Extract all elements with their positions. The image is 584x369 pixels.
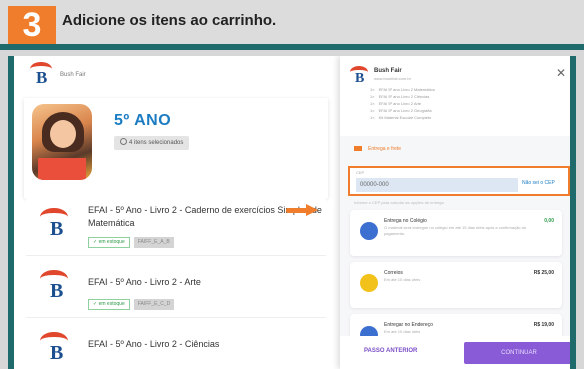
book-list-panel: B Bush Fair 5º ANO 4 itens selecionados … [14, 56, 336, 369]
student-photo [32, 104, 92, 180]
info-icon [120, 138, 127, 145]
stock-badge: ✓ em estoque [88, 299, 130, 311]
book-item[interactable]: B EFAI - 5º Ano - Livro 2 - Caderno de e… [26, 198, 326, 256]
cart-summary-list: 1× EFAI 5º ano Livro 2 Matemática 1× EFAI … [370, 86, 435, 121]
list-item: 1× EFAI 5º ano Livro 2 Arte [370, 101, 422, 106]
store-name: Bush Fair [374, 68, 402, 74]
cart-header: B Bush Fair www.bushfair.com.br ✕ 1× EFAI… [340, 56, 570, 136]
book-tags: ✓ em estoque FAIFF_E_C_D [88, 296, 175, 314]
cart-footer: PASSO ANTERIOR CONTINUAR [340, 336, 570, 369]
store-logo-icon: B [350, 66, 372, 88]
cep-input[interactable] [356, 178, 518, 192]
shipping-option-correios[interactable]: Correios Em até 10 dias úteis R$ 25,00 [350, 262, 562, 308]
cep-field-highlight: CEP Não sei o CEP [348, 166, 570, 196]
grade-title: 5º ANO [114, 112, 172, 129]
book-logo-icon: B [40, 332, 70, 364]
shipping-section: Entrega e frete CEP Não sei o CEP Inform… [340, 136, 570, 369]
book-title: EFAI - 5º Ano - Livro 2 - Ciências [88, 339, 220, 349]
book-title: EFAI - 5º Ano - Livro 2 - Arte [88, 277, 201, 287]
step-title: Adicione os itens ao carrinho. [62, 12, 277, 29]
list-item: 1× EFAI 5º ano Livro 2 Geografia [370, 108, 432, 113]
book-code: FAIFF_E_A_B [133, 237, 174, 249]
store-url: www.bushfair.com.br [374, 76, 411, 81]
school-icon [360, 222, 378, 240]
brand-logo-icon[interactable]: B [30, 62, 56, 88]
cart-panel: B Bush Fair www.bushfair.com.br ✕ 1× EFAI… [340, 56, 570, 369]
book-tags: ✓ em estoque FAIFF_E_A_B [88, 234, 174, 252]
unknown-cep-link[interactable]: Não sei o CEP [522, 180, 555, 186]
step-header: 3 Adicione os itens ao carrinho. [0, 0, 584, 50]
book-code: FAIFF_E_C_D [133, 299, 175, 311]
step-number: 3 [8, 6, 56, 44]
app-window: B Bush Fair 5º ANO 4 itens selecionados … [8, 56, 576, 369]
book-item[interactable]: B EFAI - 5º Ano - Livro 2 - Ciências [26, 322, 326, 369]
tutorial-frame: 3 Adicione os itens ao carrinho. B Bush … [0, 0, 584, 369]
grade-card: 5º ANO 4 itens selecionados [24, 98, 328, 198]
list-item: 1× EFAI 5º ano Livro 2 Matemática [370, 87, 435, 92]
book-logo-icon: B [40, 208, 70, 240]
list-item: 1× Kit Material Escolar Completo [370, 115, 432, 120]
close-icon[interactable]: ✕ [556, 66, 566, 80]
book-logo-icon: B [40, 270, 70, 302]
stock-badge: ✓ em estoque [88, 237, 130, 249]
pointer-arrow-icon [286, 204, 320, 216]
brand-name: Bush Fair [60, 72, 86, 78]
continue-button[interactable]: CONTINUAR [464, 342, 570, 364]
cep-label: CEP [356, 170, 365, 175]
previous-step-button[interactable]: PASSO ANTERIOR [364, 348, 417, 354]
cep-note: Informe o CEP para calcular as opções de… [354, 200, 444, 205]
selected-items-badge: 4 itens selecionados [114, 136, 190, 150]
list-item: 1× EFAI 5º ano Livro 2 Ciências [370, 94, 430, 99]
book-item[interactable]: B EFAI - 5º Ano - Livro 2 - Arte ✓ em es… [26, 260, 326, 318]
shipping-label: Entrega e frete [354, 146, 401, 152]
correios-icon [360, 274, 378, 292]
truck-icon [354, 146, 362, 151]
shipping-option-school[interactable]: Entrega no Colégio O material será entre… [350, 210, 562, 256]
